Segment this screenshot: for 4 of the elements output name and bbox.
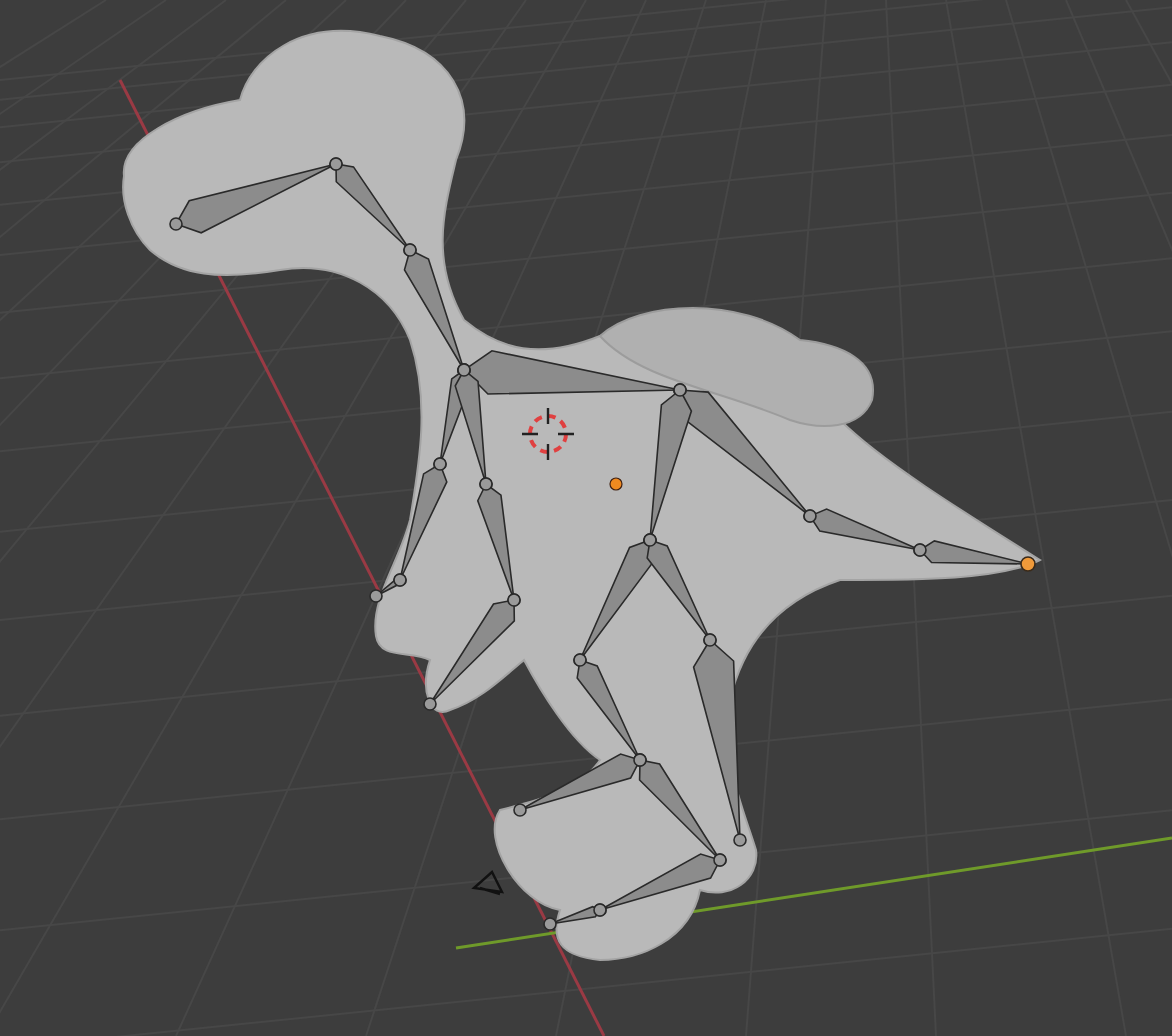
3d-cursor-icon [520, 406, 576, 462]
origin-dot [609, 477, 623, 491]
selected-joint [1020, 556, 1036, 572]
light-icon [472, 870, 504, 896]
